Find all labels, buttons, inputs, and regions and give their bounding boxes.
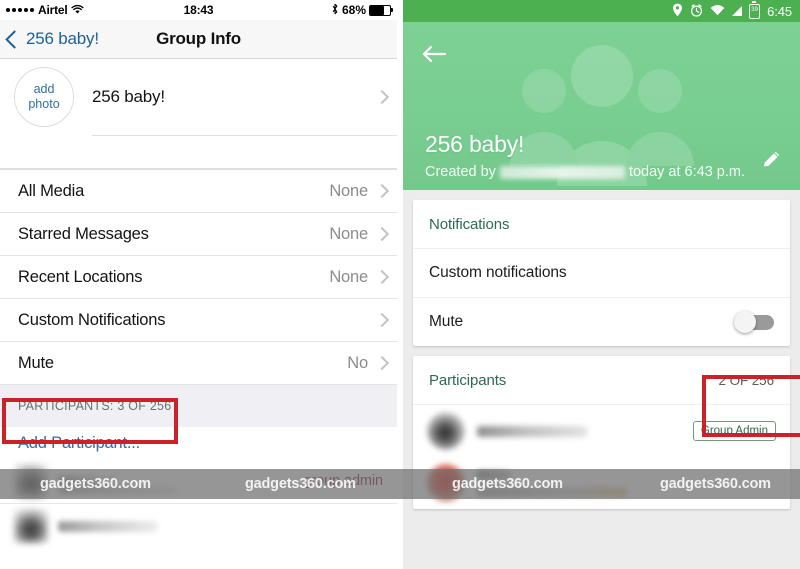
list-item-label: Recent Locations <box>18 267 143 286</box>
participants-count-label: PARTICIPANTS: 3 OF 256 <box>18 399 172 413</box>
list-item-label: Starred Messages <box>18 224 149 243</box>
add-photo-line1: add <box>33 82 55 96</box>
list-item-mute[interactable]: Mute No <box>0 342 397 385</box>
participant-name-redacted <box>477 425 587 437</box>
edit-group-button[interactable] <box>760 148 784 172</box>
watermark-text: gadgets360.com <box>452 476 563 492</box>
notifications-card: Notifications Custom notifications Mute <box>413 200 790 346</box>
list-item-label: All Media <box>18 181 85 200</box>
participant-row[interactable] <box>0 504 397 548</box>
row-label: Mute <box>429 313 464 330</box>
toggle-knob <box>734 311 756 333</box>
watermark-text: gadgets360.com <box>245 476 356 492</box>
list-item-value: None <box>329 224 368 243</box>
page-title: Group Info <box>156 29 241 48</box>
list-item-recent-locations[interactable]: Recent Locations None <box>0 256 397 299</box>
created-by-label: Created by <box>425 164 496 180</box>
chevron-right-icon <box>374 355 390 371</box>
watermark-text: gadgets360.com <box>40 476 151 492</box>
list-item-right: No <box>347 353 390 373</box>
watermark-band: gadgets360.com gadgets360.com gadgets360… <box>0 469 800 499</box>
created-time-label: today at 6:43 p.m. <box>628 164 746 180</box>
battery-icon: 39 <box>749 1 761 19</box>
dual-screenshot-comparison: Airtel 18:43 68% 256 baby! Group Info ad… <box>0 0 800 569</box>
ios-navigation-bar: 256 baby! Group Info <box>0 20 397 59</box>
ios-settings-list: All Media None Starred Messages None Rec… <box>0 169 397 385</box>
android-clock: 6:45 <box>767 3 792 19</box>
signal-bars-icon <box>732 6 743 16</box>
arrow-left-icon <box>422 45 447 63</box>
chevron-right-icon <box>374 89 390 104</box>
add-photo-line2: photo <box>28 97 60 111</box>
android-group-header: 256 baby! Created by today at 6:43 p.m. <box>403 22 800 190</box>
group-title: 256 baby! <box>425 131 525 157</box>
battery-level-label: 39 <box>751 6 758 13</box>
avatar <box>14 509 48 543</box>
participants-count: 2 OF 256 <box>718 372 775 388</box>
chevron-right-icon <box>374 312 390 328</box>
chevron-right-icon <box>374 183 390 199</box>
list-item-right: None <box>329 181 390 201</box>
add-photo-button[interactable]: add photo <box>14 67 74 127</box>
location-pin-icon <box>672 3 683 19</box>
group-created-line: Created by today at 6:43 p.m. <box>425 164 745 180</box>
section-header-notifications: Notifications <box>413 200 790 249</box>
avatar <box>427 412 465 450</box>
row-custom-notifications[interactable]: Custom notifications <box>413 249 790 298</box>
wifi-icon <box>710 4 725 18</box>
battery-percent-label: 68% <box>341 3 366 17</box>
participants-header: Participants 2 OF 256 <box>413 356 790 405</box>
chevron-right-icon <box>374 226 390 242</box>
group-admin-badge: Group Admin <box>692 421 776 441</box>
list-item-right: None <box>329 224 390 244</box>
list-item-value: No <box>347 353 368 372</box>
row-mute[interactable]: Mute <box>413 298 790 346</box>
row-label: Custom notifications <box>429 264 567 281</box>
watermark-text: gadgets360.com <box>660 476 771 492</box>
participants-label: Participants <box>429 371 507 389</box>
battery-icon <box>369 4 393 16</box>
group-name-label: 256 baby! <box>92 86 165 106</box>
android-status-bar: 39 6:45 <box>403 0 800 22</box>
mute-toggle[interactable] <box>728 311 774 333</box>
section-spacer <box>0 135 397 169</box>
list-item-starred-messages[interactable]: Starred Messages None <box>0 213 397 256</box>
creator-name-redacted <box>499 165 625 179</box>
participants-section-header: PARTICIPANTS: 3 OF 256 <box>0 385 397 427</box>
list-item-label: Custom Notifications <box>18 310 166 329</box>
add-participant-button[interactable]: Add Participant... <box>0 427 397 459</box>
bluetooth-icon <box>331 3 339 18</box>
list-item-right: None <box>329 267 390 287</box>
list-item-value: None <box>329 181 368 200</box>
participant-row[interactable]: Group Admin <box>413 405 790 457</box>
list-item-label: Mute <box>18 353 54 372</box>
alarm-clock-icon <box>690 3 703 19</box>
section-title: Notifications <box>429 215 510 233</box>
group-identity-row[interactable]: add photo 256 baby! <box>0 59 397 136</box>
chevron-right-icon <box>374 269 390 285</box>
back-button[interactable] <box>421 44 447 70</box>
list-item-all-media[interactable]: All Media None <box>0 170 397 213</box>
participant-name-redacted <box>58 520 158 532</box>
ios-status-bar: Airtel 18:43 68% <box>0 0 397 20</box>
list-item-right <box>368 312 390 328</box>
list-item-custom-notifications[interactable]: Custom Notifications <box>0 299 397 342</box>
ios-status-right: 68% <box>331 3 393 18</box>
group-name-cell[interactable]: 256 baby! <box>92 59 397 136</box>
list-item-value: None <box>329 267 368 286</box>
pencil-edit-icon <box>764 151 780 167</box>
add-participant-label: Add Participant... <box>18 433 141 452</box>
